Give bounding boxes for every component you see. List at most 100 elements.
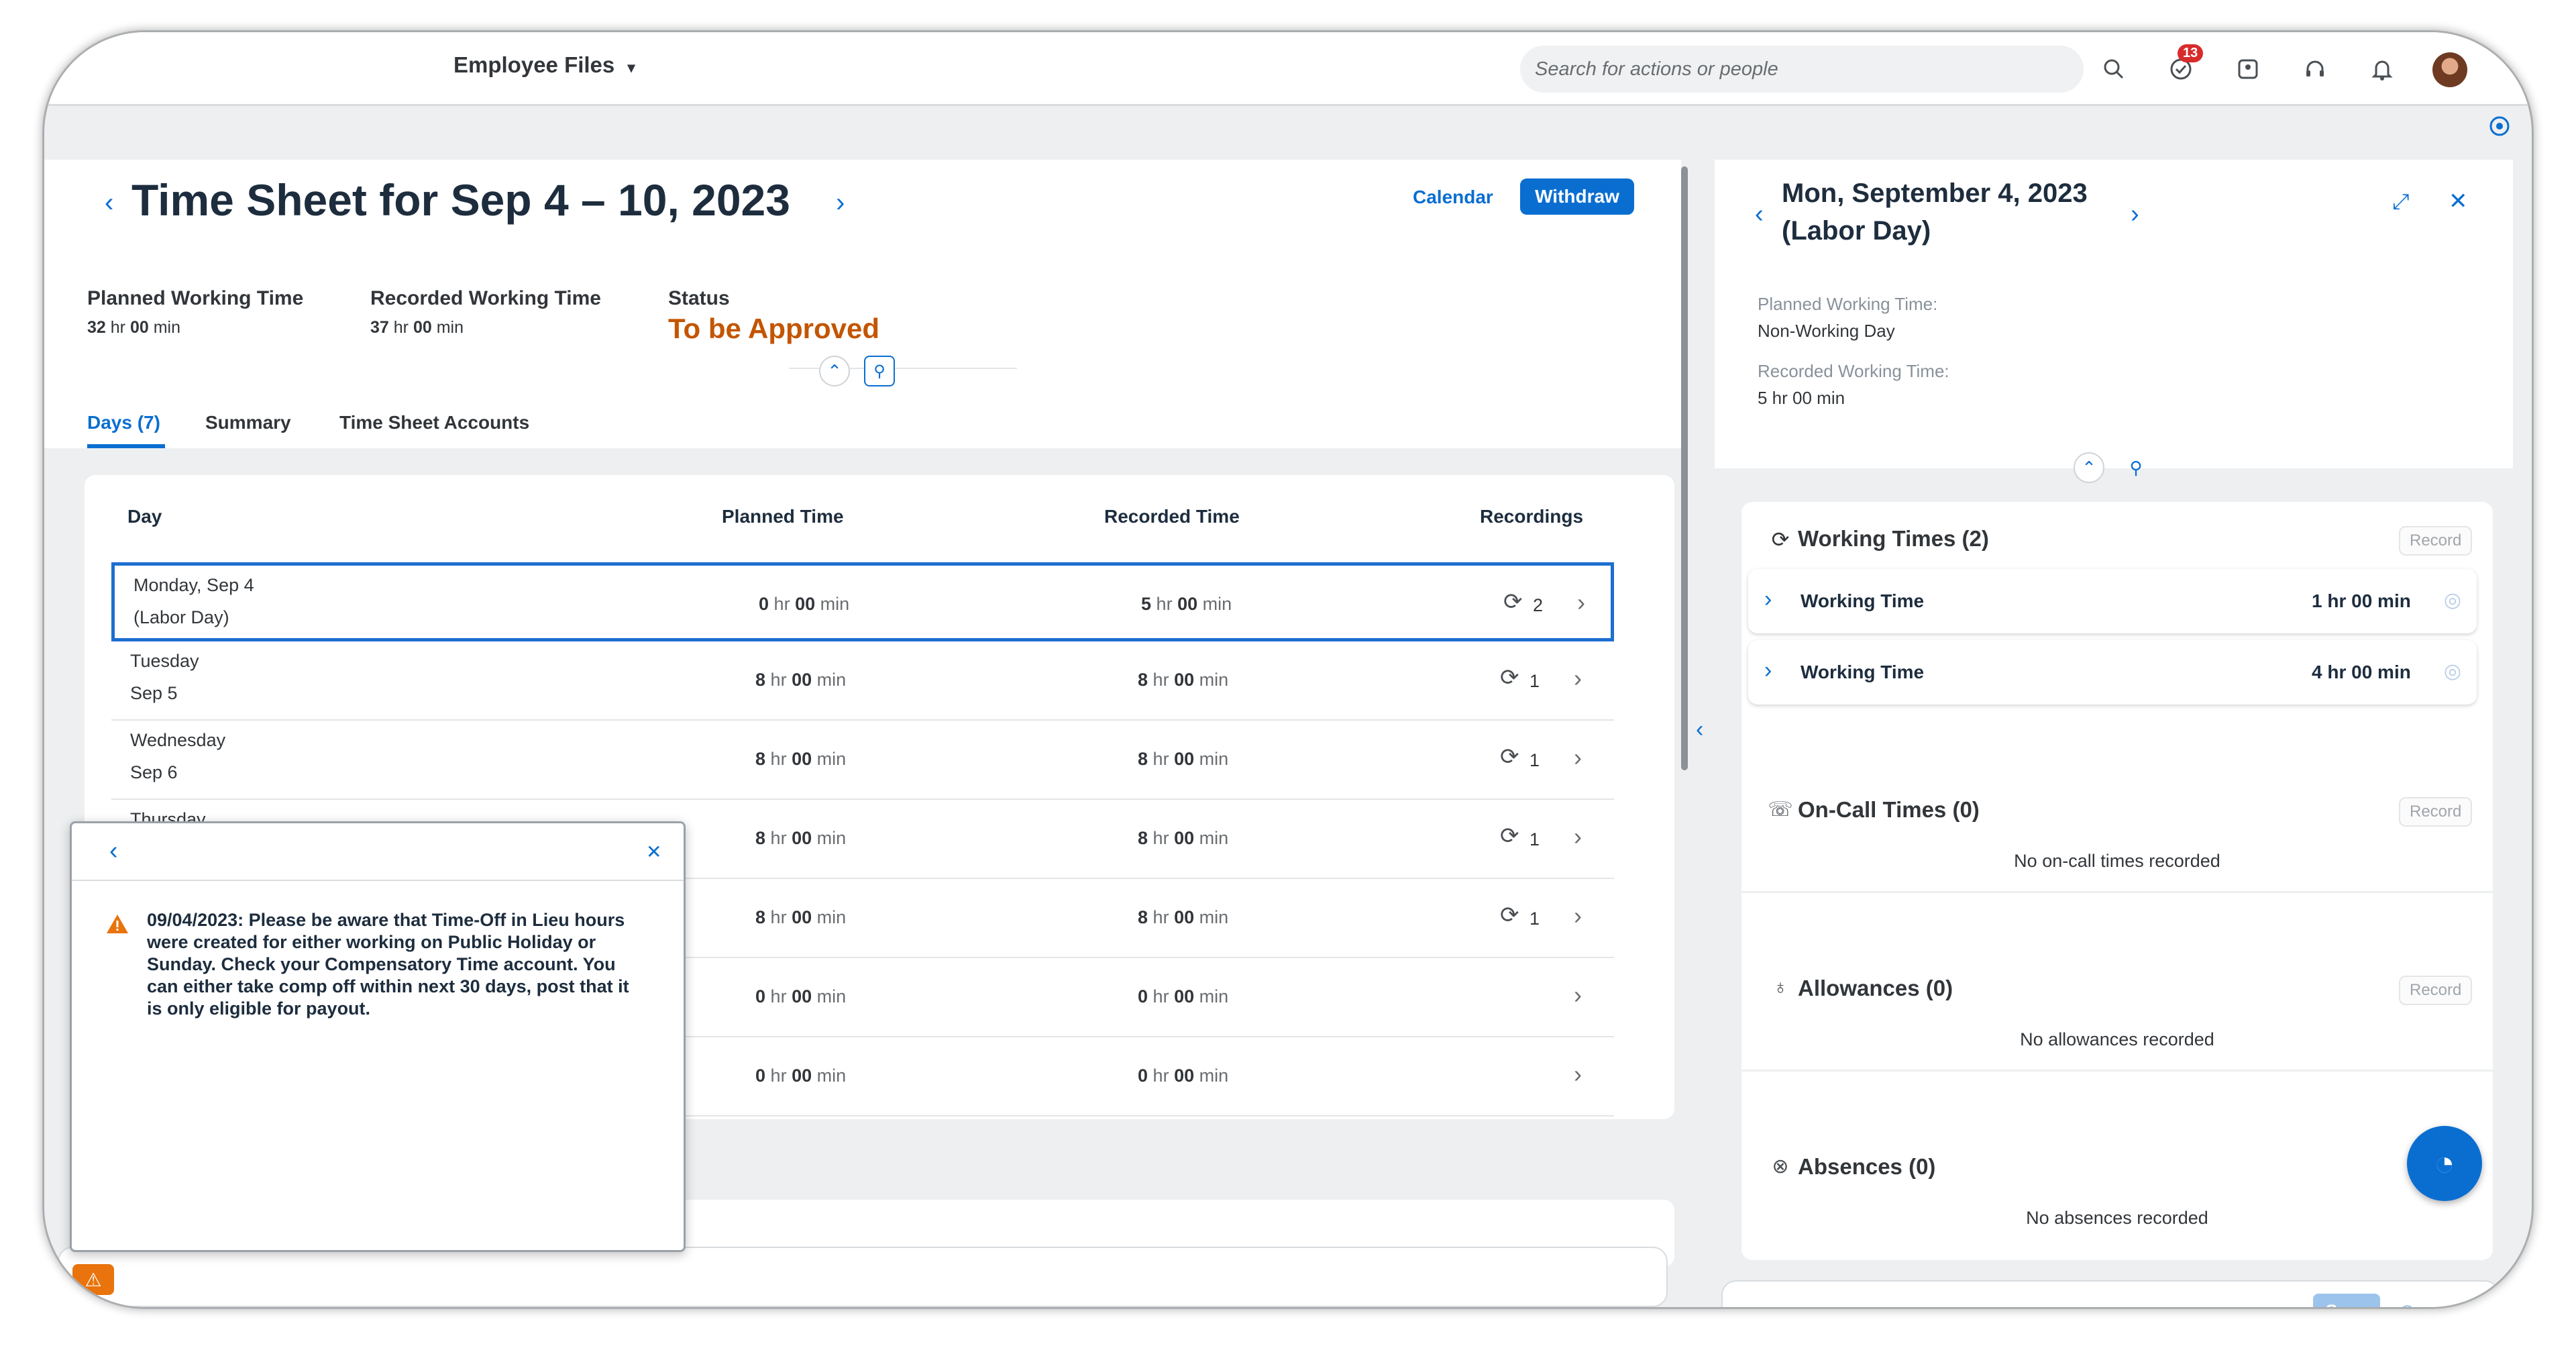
recording-count: 2 xyxy=(1533,595,1544,615)
day-name: Monday, Sep 4 xyxy=(133,575,254,595)
previous-week-arrow[interactable]: ‹ xyxy=(105,188,113,218)
row-chevron-icon[interactable]: › xyxy=(1574,1060,1582,1088)
cancel-button[interactable]: Cancel xyxy=(2400,1302,2457,1307)
shell-title-menu[interactable]: Employee Files ▾ xyxy=(453,52,635,78)
back-arrow-icon[interactable]: ‹ xyxy=(109,837,118,866)
tab-time-sheet-accounts[interactable]: Time Sheet Accounts xyxy=(339,412,529,433)
recorded-time: 0 hr 00 min xyxy=(1138,986,1229,1006)
recording-icon: ⟳ xyxy=(1500,902,1519,928)
day-name: Tuesday xyxy=(130,651,199,671)
message-popover: ‹ ✕ 09/04/2023: Please be aware that Tim… xyxy=(70,821,686,1252)
page-title: Time Sheet for Sep 4 – 10, 2023 xyxy=(131,175,790,225)
planned-time: 0 hr 00 min xyxy=(755,986,847,1006)
allowances-title: Allowances (0) xyxy=(1798,976,1953,1000)
recorded-time: 8 hr 00 min xyxy=(1138,670,1229,690)
recorded-time: 5 hr 00 min xyxy=(1141,594,1232,614)
record-allowances-button[interactable]: Record xyxy=(2399,976,2473,1005)
collapse-detail-header-icon[interactable]: ⌃ xyxy=(2074,452,2104,483)
shell-bar: Employee Files ▾ Search for actions or p… xyxy=(44,32,2532,106)
absences-empty-message: No absences recorded xyxy=(2026,1208,2208,1228)
message-text: 09/04/2023: Please be aware that Time-Of… xyxy=(147,910,629,1019)
working-time-row[interactable]: › Working Time 4 hr 00 min ◎ xyxy=(1748,640,2477,705)
recording-icon: ⟳ xyxy=(1500,744,1519,770)
previous-day-arrow[interactable]: ‹ xyxy=(1755,200,1764,229)
record-working-times-button[interactable]: Record xyxy=(2399,526,2473,556)
app-window: Employee Files ▾ Search for actions or p… xyxy=(44,32,2532,1307)
row-chevron-icon[interactable]: › xyxy=(1574,981,1582,1009)
column-header-recorded: Recorded Time xyxy=(1104,506,1240,527)
planned-working-time-value: 32 hr 00 min xyxy=(87,318,181,337)
tab-summary[interactable]: Summary xyxy=(205,412,291,433)
notification-count-badge: 13 xyxy=(2178,44,2204,62)
table-row[interactable]: Monday, Sep 4 (Labor Day) 0 hr 00 min 5 hr … xyxy=(111,562,1614,641)
detail-footer: Save Cancel xyxy=(1721,1280,2500,1307)
withdraw-button[interactable]: Withdraw xyxy=(1520,178,1634,215)
save-button[interactable]: Save xyxy=(2313,1294,2380,1307)
next-week-arrow[interactable]: › xyxy=(836,188,845,218)
close-icon[interactable]: ✕ xyxy=(2449,188,2468,215)
detail-planned-value: Non-Working Day xyxy=(1758,321,1895,341)
table-row[interactable]: Wednesday Sep 6 8 hr 00 min 8 hr 00 min ⟳ 1 › xyxy=(111,721,1614,800)
planned-time: 8 hr 00 min xyxy=(755,670,847,690)
recorded-time: 8 hr 00 min xyxy=(1138,749,1229,769)
day-subtitle: Sep 6 xyxy=(130,762,178,782)
working-times-section: ⟳ Working Times (2) Record › Working Tim… xyxy=(1741,502,2493,1260)
warning-icon[interactable]: ⚠ xyxy=(72,1264,114,1295)
pin-header-icon[interactable]: ⚲ xyxy=(864,356,895,386)
working-times-title: Working Times (2) xyxy=(1798,526,1989,551)
recorded-time: 0 hr 00 min xyxy=(1138,1066,1229,1086)
search-field[interactable]: Search for actions or people xyxy=(1520,46,2084,93)
column-header-day: Day xyxy=(127,506,162,527)
day-detail-panel: ‹ Mon, September 4, 2023 (Labor Day) › ⤢… xyxy=(1715,160,2513,1307)
splitter-collapse-arrow[interactable]: ‹ xyxy=(1696,717,1703,743)
fullscreen-icon[interactable]: ⤢ xyxy=(2392,189,2410,215)
info-icon[interactable]: ◎ xyxy=(2439,586,2466,613)
row-chevron-icon[interactable]: › xyxy=(1574,664,1582,692)
search-icon[interactable] xyxy=(2097,52,2131,86)
table-row[interactable]: Tuesday Sep 5 8 hr 00 min 8 hr 00 min ⟳ 1 › xyxy=(111,641,1614,721)
working-time-row[interactable]: › Working Time 1 hr 00 min ◎ xyxy=(1748,569,2477,633)
timesheet-header: ‹ Time Sheet for Sep 4 – 10, 2023 › Cale… xyxy=(44,160,1681,448)
close-popover-icon[interactable]: ✕ xyxy=(646,841,661,863)
on-call-title: On-Call Times (0) xyxy=(1798,797,1980,822)
row-chevron-icon[interactable]: › xyxy=(1574,902,1582,930)
recording-count: 1 xyxy=(1529,829,1540,849)
calendar-link[interactable]: Calendar xyxy=(1413,187,1493,208)
on-call-empty-message: No on-call times recorded xyxy=(2014,851,2220,871)
assistant-fab[interactable]: ◔ xyxy=(2407,1126,2482,1201)
recorded-working-time-label: Recorded Working Time xyxy=(370,287,601,309)
planned-time: 0 hr 00 min xyxy=(759,594,850,614)
row-chevron-icon[interactable]: › xyxy=(1577,588,1585,617)
info-icon[interactable]: ◎ xyxy=(2439,658,2466,684)
next-day-arrow[interactable]: › xyxy=(2131,200,2139,229)
allowance-icon: ♁ xyxy=(1772,976,1788,998)
bell-icon[interactable] xyxy=(2365,52,2399,86)
splitter-bar[interactable] xyxy=(1681,166,1688,770)
chevron-down-icon: ▾ xyxy=(627,59,635,76)
record-on-call-button[interactable]: Record xyxy=(2399,797,2473,827)
absence-icon: ⊗ xyxy=(1772,1155,1789,1178)
recorded-time: 8 hr 00 min xyxy=(1138,828,1229,848)
recording-count: 1 xyxy=(1529,750,1540,770)
day-name: Wednesday xyxy=(130,730,226,750)
expand-chevron-icon[interactable]: › xyxy=(1764,658,1772,684)
planned-time: 8 hr 00 min xyxy=(755,907,847,927)
detail-recorded-label: Recorded Working Time: xyxy=(1758,361,1949,381)
detail-title-line1: Mon, September 4, 2023 xyxy=(1782,178,2088,208)
collapse-header-icon[interactable]: ⌃ xyxy=(819,356,850,386)
recorded-working-time-value: 37 hr 00 min xyxy=(370,318,464,337)
recording-count: 1 xyxy=(1529,909,1540,929)
timesheet-footer: ⚠ xyxy=(58,1247,1668,1307)
user-avatar[interactable] xyxy=(2432,52,2467,87)
settings-icon[interactable] xyxy=(2486,113,2513,140)
expand-chevron-icon[interactable]: › xyxy=(1764,586,1772,613)
pin-detail-header-icon[interactable]: ⚲ xyxy=(2121,452,2151,483)
headset-icon[interactable] xyxy=(2298,52,2332,86)
working-time-value: 4 hr 00 min xyxy=(2312,662,2411,682)
tab-days[interactable]: Days (7) xyxy=(87,412,160,433)
row-chevron-icon[interactable]: › xyxy=(1574,743,1582,772)
working-time-label: Working Time xyxy=(1801,590,1925,611)
org-chart-icon[interactable] xyxy=(2231,52,2265,86)
row-chevron-icon[interactable]: › xyxy=(1574,823,1582,851)
section-divider xyxy=(1741,891,2493,893)
